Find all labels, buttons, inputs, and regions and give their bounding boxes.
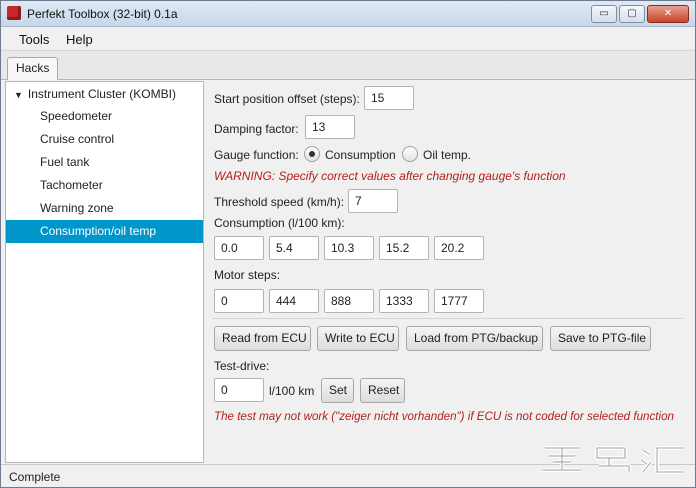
tab-strip: Hacks [1,51,695,80]
consumption-values-label: Consumption (l/100 km): [214,216,345,230]
threshold-label: Threshold speed (km/h): [214,195,345,209]
load-from-ptg-button[interactable]: Load from PTG/backup [406,326,543,351]
status-text: Complete [9,470,61,484]
tree-item-cruise-control[interactable]: Cruise control [6,128,203,151]
tree-item-consumption-oil-temp[interactable]: Consumption/oil temp [6,220,203,243]
tab-hacks[interactable]: Hacks [7,57,59,80]
reset-button[interactable]: Reset [360,378,405,403]
tree-item-warning-zone[interactable]: Warning zone [6,197,203,220]
read-from-ecu-button[interactable]: Read from ECU [214,326,311,351]
set-button[interactable]: Set [321,378,354,403]
motor-steps-value-4[interactable]: 1333 [379,289,429,313]
oil-temp-radio[interactable] [402,146,418,162]
test-warning-text: The test may not work ("zeiger nicht vor… [214,410,674,423]
menu-bar: Tools Help [1,27,695,51]
function-tree: ▼ Instrument Cluster (KOMBI) Speedometer … [5,81,204,463]
app-window: Perfekt Toolbox (32-bit) 0.1a ▭ ▢ ✕ Tool… [0,0,696,488]
testdrive-label: Test-drive: [214,359,270,373]
gauge-function-label: Gauge function: [214,148,299,162]
testdrive-input[interactable]: 0 [214,378,264,402]
minimize-button[interactable]: ▭ [591,5,617,23]
tree-root-label: Instrument Cluster (KOMBI) [27,87,176,101]
motor-steps-value-2[interactable]: 444 [269,289,319,313]
gauge-warning-text: WARNING: Specify correct values after ch… [214,169,566,183]
window-controls: ▭ ▢ ✕ [589,5,689,23]
testdrive-unit: l/100 km [269,384,315,398]
consumption-value-1[interactable]: 0.0 [214,236,264,260]
tree-item-tachometer[interactable]: Tachometer [6,174,203,197]
tree-root-instrument-cluster[interactable]: ▼ Instrument Cluster (KOMBI) [14,87,176,101]
settings-form: Start position offset (steps): 15 Dampin… [205,81,693,463]
consumption-value-3[interactable]: 10.3 [324,236,374,260]
motor-steps-value-1[interactable]: 0 [214,289,264,313]
motor-steps-label: Motor steps: [214,268,281,282]
tree-item-fuel-tank[interactable]: Fuel tank [6,151,203,174]
save-to-ptg-button[interactable]: Save to PTG-file [550,326,651,351]
tree-expand-icon[interactable]: ▼ [14,90,23,100]
menu-help[interactable]: Help [66,32,93,47]
oil-temp-radio-label[interactable]: Oil temp. [423,148,471,162]
maximize-button[interactable]: ▢ [619,5,645,23]
damping-label: Damping factor: [214,122,299,136]
consumption-radio-label[interactable]: Consumption [325,148,396,162]
consumption-radio[interactable] [304,146,320,162]
close-button[interactable]: ✕ [647,5,689,23]
consumption-value-5[interactable]: 20.2 [434,236,484,260]
window-title: Perfekt Toolbox (32-bit) 0.1a [27,7,178,21]
write-to-ecu-button[interactable]: Write to ECU [317,326,399,351]
toolbox-icon [7,6,21,20]
form-separator [213,318,683,319]
threshold-input[interactable]: 7 [348,189,398,213]
watermark-logo [543,446,683,474]
consumption-value-2[interactable]: 5.4 [269,236,319,260]
title-bar[interactable]: Perfekt Toolbox (32-bit) 0.1a ▭ ▢ ✕ [1,1,695,27]
start-offset-label: Start position offset (steps): [214,92,360,106]
damping-input[interactable]: 13 [305,115,355,139]
motor-steps-value-5[interactable]: 1777 [434,289,484,313]
tree-item-speedometer[interactable]: Speedometer [6,105,203,128]
motor-steps-value-3[interactable]: 888 [324,289,374,313]
start-offset-input[interactable]: 15 [364,86,414,110]
consumption-value-4[interactable]: 15.2 [379,236,429,260]
menu-tools[interactable]: Tools [19,32,49,47]
